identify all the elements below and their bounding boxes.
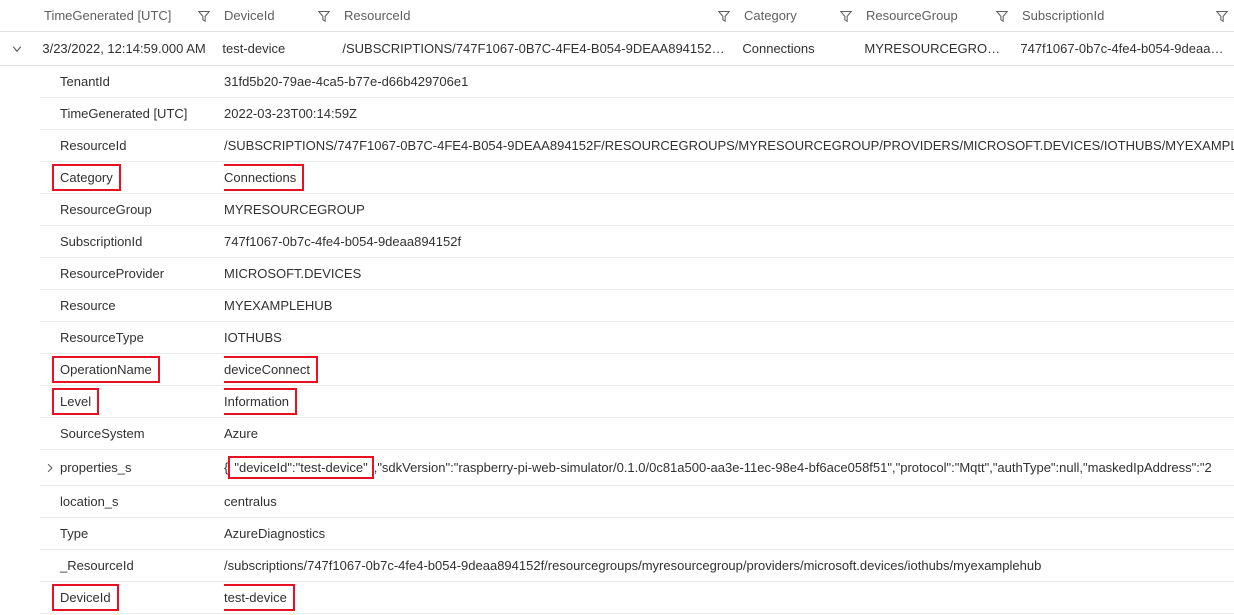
cell-deviceid: test-device (214, 41, 334, 56)
detail-key: TimeGenerated [UTC] (60, 100, 195, 127)
column-label: Category (744, 8, 797, 23)
detail-key: SubscriptionId (60, 228, 150, 255)
column-header-resourcegroup[interactable]: ResourceGroup (858, 0, 1014, 31)
chevron-down-icon (11, 43, 23, 55)
detail-value: AzureDiagnostics (224, 520, 333, 547)
detail-key: ResourceId (60, 132, 134, 159)
detail-value: MYEXAMPLEHUB (224, 292, 340, 319)
column-header-resourceid[interactable]: ResourceId (336, 0, 736, 31)
detail-row-_resourceid: _ResourceId /subscriptions/747f1067-0b7c… (40, 550, 1234, 582)
detail-row-resourcegroup: ResourceGroup MYRESOURCEGROUP (40, 194, 1234, 226)
filter-icon[interactable] (718, 10, 730, 22)
column-header-subscriptionid[interactable]: SubscriptionId (1014, 0, 1234, 31)
detail-value: 31fd5b20-79ae-4ca5-b77e-d66b429706e1 (224, 68, 476, 95)
detail-value: 2022-03-23T00:14:59Z (224, 100, 365, 127)
column-header-row: TimeGenerated [UTC] DeviceId ResourceId … (0, 0, 1234, 32)
detail-row-properties_s: properties_s {"deviceId":"test-device","… (40, 450, 1234, 486)
expand-row-toggle[interactable] (0, 43, 34, 55)
filter-icon[interactable] (1216, 10, 1228, 22)
expand-properties-toggle[interactable] (40, 463, 60, 473)
detail-row-resourceid: ResourceId /SUBSCRIPTIONS/747F1067-0B7C-… (40, 130, 1234, 162)
filter-icon[interactable] (996, 10, 1008, 22)
detail-key: TenantId (60, 68, 118, 95)
detail-row-tenantid: TenantId 31fd5b20-79ae-4ca5-b77e-d66b429… (40, 66, 1234, 98)
detail-key: SourceSystem (60, 420, 153, 447)
detail-row-level: Level Information (40, 386, 1234, 418)
detail-key: Type (60, 520, 96, 547)
column-label: SubscriptionId (1022, 8, 1104, 23)
detail-key: ResourceType (60, 324, 152, 351)
detail-key: OperationName (52, 356, 160, 383)
filter-icon[interactable] (198, 10, 210, 22)
cell-timegenerated: 3/23/2022, 12:14:59.000 AM (34, 41, 214, 56)
detail-value: Information (224, 388, 297, 415)
detail-row-operationname: OperationName deviceConnect (40, 354, 1234, 386)
detail-row-deviceid: DeviceId test-device (40, 582, 1234, 614)
detail-value: {"deviceId":"test-device","sdkVersion":"… (224, 450, 1220, 485)
detail-key: properties_s (60, 454, 140, 481)
detail-value: IOTHUBS (224, 324, 290, 351)
detail-row-timegenerated: TimeGenerated [UTC] 2022-03-23T00:14:59Z (40, 98, 1234, 130)
column-label: TimeGenerated [UTC] (44, 8, 171, 23)
detail-value: centralus (224, 488, 285, 515)
detail-row-location_s: location_s centralus (40, 486, 1234, 518)
detail-value: Azure (224, 420, 266, 447)
detail-key: DeviceId (52, 584, 119, 611)
column-label: ResourceGroup (866, 8, 958, 23)
highlight-inline: "deviceId":"test-device" (228, 456, 373, 479)
cell-subscriptionid: 747f1067-0b7c-4fe4-b054-9deaa89... (1012, 41, 1234, 56)
row-details-panel: TenantId 31fd5b20-79ae-4ca5-b77e-d66b429… (0, 66, 1234, 614)
detail-value: test-device (224, 584, 295, 611)
column-label: DeviceId (224, 8, 275, 23)
column-header-category[interactable]: Category (736, 0, 858, 31)
detail-key: _ResourceId (60, 552, 142, 579)
detail-row-resourceprovider: ResourceProvider MICROSOFT.DEVICES (40, 258, 1234, 290)
detail-row-type: Type AzureDiagnostics (40, 518, 1234, 550)
detail-row-subscriptionid: SubscriptionId 747f1067-0b7c-4fe4-b054-9… (40, 226, 1234, 258)
detail-value: /subscriptions/747f1067-0b7c-4fe4-b054-9… (224, 552, 1049, 579)
detail-value: 747f1067-0b7c-4fe4-b054-9deaa894152f (224, 228, 469, 255)
detail-row-sourcesystem: SourceSystem Azure (40, 418, 1234, 450)
detail-key: Resource (60, 292, 124, 319)
cell-category: Connections (734, 41, 856, 56)
detail-key: ResourceProvider (60, 260, 172, 287)
cell-resourcegroup: MYRESOURCEGROUP (856, 41, 1012, 56)
detail-value: Connections (224, 164, 304, 191)
detail-key: ResourceGroup (60, 196, 160, 223)
cell-resourceid: /SUBSCRIPTIONS/747F1067-0B7C-4FE4-B054-9… (334, 41, 734, 56)
filter-icon[interactable] (318, 10, 330, 22)
column-label: ResourceId (344, 8, 410, 23)
table-row[interactable]: 3/23/2022, 12:14:59.000 AM test-device /… (0, 32, 1234, 66)
detail-value: MICROSOFT.DEVICES (224, 260, 369, 287)
detail-row-category: Category Connections (40, 162, 1234, 194)
filter-icon[interactable] (840, 10, 852, 22)
detail-value: MYRESOURCEGROUP (224, 196, 373, 223)
detail-key: location_s (60, 488, 127, 515)
column-header-timegenerated[interactable]: TimeGenerated [UTC] (36, 0, 216, 31)
detail-value: /SUBSCRIPTIONS/747F1067-0B7C-4FE4-B054-9… (224, 132, 1234, 159)
detail-row-resourcetype: ResourceType IOTHUBS (40, 322, 1234, 354)
column-header-deviceid[interactable]: DeviceId (216, 0, 336, 31)
detail-key: Level (52, 388, 99, 415)
detail-value: deviceConnect (224, 356, 318, 383)
detail-key: Category (52, 164, 121, 191)
chevron-right-icon (45, 463, 55, 473)
detail-row-resource: Resource MYEXAMPLEHUB (40, 290, 1234, 322)
